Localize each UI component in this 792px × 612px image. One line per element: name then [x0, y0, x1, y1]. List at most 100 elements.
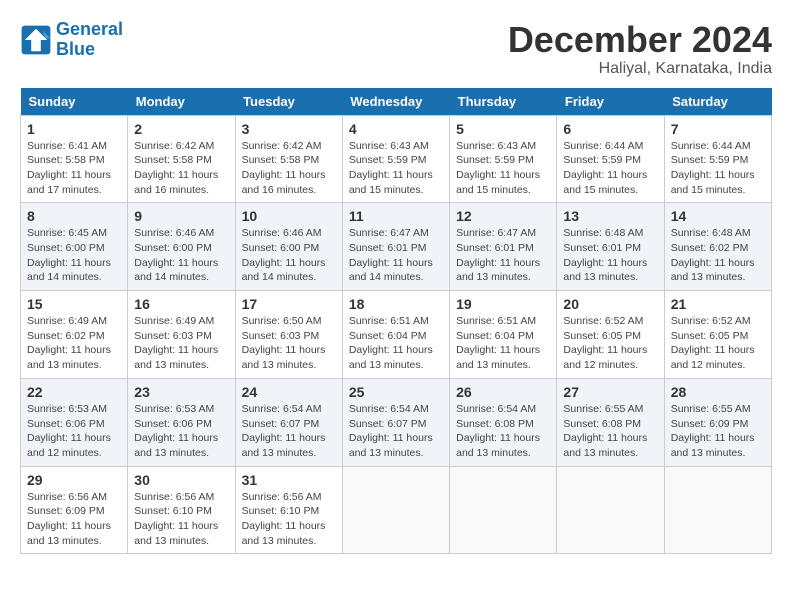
calendar-cell — [557, 466, 664, 554]
day-info: Sunrise: 6:43 AM Sunset: 5:59 PM Dayligh… — [349, 139, 443, 198]
calendar-table: SundayMondayTuesdayWednesdayThursdayFrid… — [20, 88, 772, 555]
day-info: Sunrise: 6:56 AM Sunset: 6:10 PM Dayligh… — [242, 490, 336, 549]
day-info: Sunrise: 6:41 AM Sunset: 5:58 PM Dayligh… — [27, 139, 121, 198]
day-number: 19 — [456, 296, 550, 312]
day-number: 3 — [242, 121, 336, 137]
day-number: 1 — [27, 121, 121, 137]
day-info: Sunrise: 6:54 AM Sunset: 6:07 PM Dayligh… — [242, 402, 336, 461]
day-number: 31 — [242, 472, 336, 488]
calendar-cell: 20Sunrise: 6:52 AM Sunset: 6:05 PM Dayli… — [557, 291, 664, 379]
day-number: 10 — [242, 208, 336, 224]
calendar-cell: 7 Sunrise: 6:44 AM Sunset: 5:59 PM Daylig… — [664, 115, 771, 203]
day-info: Sunrise: 6:44 AM Sunset: 5:59 PM Dayligh… — [563, 139, 657, 198]
calendar-cell: 18 Sunrise: 6:51 AM Sunset: 6:04 PM Dayli… — [342, 291, 449, 379]
day-info: Sunrise: 6:53 AM Sunset: 6:06 PM Dayligh… — [27, 402, 121, 461]
day-number: 28 — [671, 384, 765, 400]
calendar-cell: 15Sunrise: 6:49 AM Sunset: 6:02 PM Dayli… — [21, 291, 128, 379]
weekday-header-wednesday: Wednesday — [342, 88, 449, 116]
logo-icon — [20, 24, 52, 56]
day-info: Sunrise: 6:45 AM Sunset: 6:00 PM Dayligh… — [27, 226, 121, 285]
calendar-cell: 13 Sunrise: 6:48 AM Sunset: 6:01 PM Dayli… — [557, 203, 664, 291]
day-number: 18 — [349, 296, 443, 312]
day-info: Sunrise: 6:48 AM Sunset: 6:02 PM Dayligh… — [671, 226, 765, 285]
week-row-2: 8Sunrise: 6:45 AM Sunset: 6:00 PM Daylig… — [21, 203, 772, 291]
day-info: Sunrise: 6:47 AM Sunset: 6:01 PM Dayligh… — [349, 226, 443, 285]
day-info: Sunrise: 6:48 AM Sunset: 6:01 PM Dayligh… — [563, 226, 657, 285]
day-info: Sunrise: 6:52 AM Sunset: 6:05 PM Dayligh… — [671, 314, 765, 373]
day-number: 7 — [671, 121, 765, 137]
day-number: 11 — [349, 208, 443, 224]
day-number: 27 — [563, 384, 657, 400]
day-number: 21 — [671, 296, 765, 312]
day-info: Sunrise: 6:46 AM Sunset: 6:00 PM Dayligh… — [242, 226, 336, 285]
calendar-cell: 29Sunrise: 6:56 AM Sunset: 6:09 PM Dayli… — [21, 466, 128, 554]
day-number: 22 — [27, 384, 121, 400]
day-info: Sunrise: 6:46 AM Sunset: 6:00 PM Dayligh… — [134, 226, 228, 285]
calendar-cell: 1 Sunrise: 6:41 AM Sunset: 5:58 PM Daylig… — [21, 115, 128, 203]
day-info: Sunrise: 6:50 AM Sunset: 6:03 PM Dayligh… — [242, 314, 336, 373]
day-info: Sunrise: 6:49 AM Sunset: 6:03 PM Dayligh… — [134, 314, 228, 373]
day-info: Sunrise: 6:54 AM Sunset: 6:08 PM Dayligh… — [456, 402, 550, 461]
day-info: Sunrise: 6:56 AM Sunset: 6:10 PM Dayligh… — [134, 490, 228, 549]
calendar-cell: 6Sunrise: 6:44 AM Sunset: 5:59 PM Daylig… — [557, 115, 664, 203]
day-number: 2 — [134, 121, 228, 137]
calendar-cell: 22 Sunrise: 6:53 AM Sunset: 6:06 PM Dayli… — [21, 378, 128, 466]
day-info: Sunrise: 6:42 AM Sunset: 5:58 PM Dayligh… — [242, 139, 336, 198]
calendar-cell: 30 Sunrise: 6:56 AM Sunset: 6:10 PM Dayli… — [128, 466, 235, 554]
calendar-cell: 4 Sunrise: 6:43 AM Sunset: 5:59 PM Daylig… — [342, 115, 449, 203]
day-info: Sunrise: 6:55 AM Sunset: 6:09 PM Dayligh… — [671, 402, 765, 461]
day-number: 4 — [349, 121, 443, 137]
calendar-cell: 24 Sunrise: 6:54 AM Sunset: 6:07 PM Dayli… — [235, 378, 342, 466]
calendar-cell: 27 Sunrise: 6:55 AM Sunset: 6:08 PM Dayli… — [557, 378, 664, 466]
day-info: Sunrise: 6:55 AM Sunset: 6:08 PM Dayligh… — [563, 402, 657, 461]
weekday-header-tuesday: Tuesday — [235, 88, 342, 116]
day-number: 26 — [456, 384, 550, 400]
day-number: 9 — [134, 208, 228, 224]
day-number: 30 — [134, 472, 228, 488]
day-info: Sunrise: 6:53 AM Sunset: 6:06 PM Dayligh… — [134, 402, 228, 461]
calendar-cell — [664, 466, 771, 554]
weekday-header-friday: Friday — [557, 88, 664, 116]
day-number: 5 — [456, 121, 550, 137]
weekday-header-sunday: Sunday — [21, 88, 128, 116]
day-info: Sunrise: 6:52 AM Sunset: 6:05 PM Dayligh… — [563, 314, 657, 373]
calendar-cell: 10 Sunrise: 6:46 AM Sunset: 6:00 PM Dayli… — [235, 203, 342, 291]
weekday-header-monday: Monday — [128, 88, 235, 116]
day-number: 25 — [349, 384, 443, 400]
day-number: 24 — [242, 384, 336, 400]
calendar-cell: 9 Sunrise: 6:46 AM Sunset: 6:00 PM Daylig… — [128, 203, 235, 291]
calendar-cell: 3 Sunrise: 6:42 AM Sunset: 5:58 PM Daylig… — [235, 115, 342, 203]
calendar-cell — [450, 466, 557, 554]
week-row-4: 22 Sunrise: 6:53 AM Sunset: 6:06 PM Dayli… — [21, 378, 772, 466]
day-number: 23 — [134, 384, 228, 400]
week-row-5: 29Sunrise: 6:56 AM Sunset: 6:09 PM Dayli… — [21, 466, 772, 554]
day-number: 16 — [134, 296, 228, 312]
calendar-cell: 16 Sunrise: 6:49 AM Sunset: 6:03 PM Dayli… — [128, 291, 235, 379]
calendar-cell: 14Sunrise: 6:48 AM Sunset: 6:02 PM Dayli… — [664, 203, 771, 291]
week-row-1: 1 Sunrise: 6:41 AM Sunset: 5:58 PM Daylig… — [21, 115, 772, 203]
day-info: Sunrise: 6:42 AM Sunset: 5:58 PM Dayligh… — [134, 139, 228, 198]
calendar-cell: 12 Sunrise: 6:47 AM Sunset: 6:01 PM Dayli… — [450, 203, 557, 291]
calendar-cell: 5 Sunrise: 6:43 AM Sunset: 5:59 PM Daylig… — [450, 115, 557, 203]
day-info: Sunrise: 6:47 AM Sunset: 6:01 PM Dayligh… — [456, 226, 550, 285]
day-info: Sunrise: 6:43 AM Sunset: 5:59 PM Dayligh… — [456, 139, 550, 198]
day-number: 13 — [563, 208, 657, 224]
week-row-3: 15Sunrise: 6:49 AM Sunset: 6:02 PM Dayli… — [21, 291, 772, 379]
title-block: December 2024 Haliyal, Karnataka, India — [508, 20, 772, 78]
weekday-header-thursday: Thursday — [450, 88, 557, 116]
weekday-header-saturday: Saturday — [664, 88, 771, 116]
calendar-cell: 25 Sunrise: 6:54 AM Sunset: 6:07 PM Dayli… — [342, 378, 449, 466]
month-title: December 2024 — [508, 20, 772, 60]
calendar-cell: 2 Sunrise: 6:42 AM Sunset: 5:58 PM Daylig… — [128, 115, 235, 203]
day-info: Sunrise: 6:51 AM Sunset: 6:04 PM Dayligh… — [349, 314, 443, 373]
day-number: 17 — [242, 296, 336, 312]
day-number: 12 — [456, 208, 550, 224]
calendar-cell — [342, 466, 449, 554]
day-info: Sunrise: 6:44 AM Sunset: 5:59 PM Dayligh… — [671, 139, 765, 198]
weekday-header-row: SundayMondayTuesdayWednesdayThursdayFrid… — [21, 88, 772, 116]
day-info: Sunrise: 6:54 AM Sunset: 6:07 PM Dayligh… — [349, 402, 443, 461]
calendar-cell: 21 Sunrise: 6:52 AM Sunset: 6:05 PM Dayli… — [664, 291, 771, 379]
day-info: Sunrise: 6:56 AM Sunset: 6:09 PM Dayligh… — [27, 490, 121, 549]
calendar-cell: 28 Sunrise: 6:55 AM Sunset: 6:09 PM Dayli… — [664, 378, 771, 466]
calendar-cell: 11 Sunrise: 6:47 AM Sunset: 6:01 PM Dayli… — [342, 203, 449, 291]
